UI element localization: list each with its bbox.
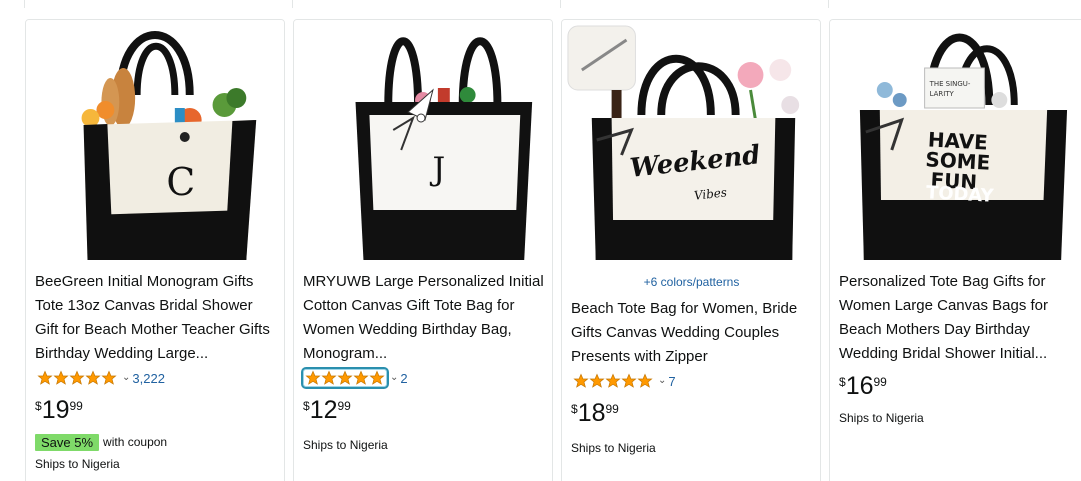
price-whole: 16 xyxy=(845,372,874,400)
star-icon xyxy=(589,373,605,388)
product-title[interactable]: BeeGreen Initial Monogram Gifts Tote 13o… xyxy=(35,270,276,366)
rating-row: ⌄ 7 xyxy=(571,370,812,392)
price-fraction: 99 xyxy=(605,402,619,416)
star-icon xyxy=(605,373,621,388)
product-image[interactable]: J xyxy=(294,20,552,262)
star-icon xyxy=(85,370,101,385)
chevron-down-icon[interactable]: ⌄ xyxy=(658,376,666,386)
book-title-line-2: LARITY xyxy=(930,90,955,98)
price[interactable]: $ 12 99 xyxy=(303,396,544,426)
chevron-down-icon[interactable]: ⌄ xyxy=(122,373,130,383)
star-icon xyxy=(69,370,85,385)
monogram-letter: C xyxy=(166,160,195,204)
bag-print-line-4: TODAY xyxy=(926,182,995,207)
price[interactable]: $ 18 99 xyxy=(571,399,812,429)
shipping-info: Ships to Nigeria xyxy=(571,441,656,455)
price-whole: 18 xyxy=(577,399,606,427)
product-card[interactable]: C BeeGreen Initial Monogram Gifts Tote 1… xyxy=(25,19,285,481)
product-grid: C BeeGreen Initial Monogram Gifts Tote 1… xyxy=(24,19,1081,481)
star-icon xyxy=(53,370,69,385)
star-icon xyxy=(637,373,653,388)
star-icon xyxy=(337,370,353,385)
price-symbol: $ xyxy=(839,375,846,389)
color-options-link[interactable]: +6 colors/patterns xyxy=(571,275,812,289)
shipping-info: Ships to Nigeria xyxy=(35,457,120,471)
product-card[interactable]: Weekend Vibes +6 colors/patterns Beach T… xyxy=(561,19,821,481)
star-icon xyxy=(353,370,369,385)
shipping-info: Ships to Nigeria xyxy=(303,438,388,452)
price-whole: 12 xyxy=(309,396,338,424)
star-icon xyxy=(101,370,117,385)
star-icon xyxy=(573,373,589,388)
rating-count[interactable]: 2 xyxy=(400,371,407,386)
price[interactable]: $ 16 99 xyxy=(839,372,1073,402)
rating-count[interactable]: 7 xyxy=(668,374,675,389)
price[interactable]: $ 19 99 xyxy=(35,396,276,426)
star-icon xyxy=(621,373,637,388)
coupon-text: with coupon xyxy=(103,435,168,449)
product-card[interactable]: J MRYUWB Large Personalized Initial Cott… xyxy=(293,19,553,481)
price-fraction: 99 xyxy=(69,399,83,413)
product-card[interactable]: THE SINGU- LARITY HAVE SOME FUN TODAY Pe… xyxy=(829,19,1081,481)
shipping-info: Ships to Nigeria xyxy=(839,411,924,425)
price-fraction: 99 xyxy=(873,375,887,389)
chevron-down-icon[interactable]: ⌄ xyxy=(390,373,398,383)
star-rating[interactable] xyxy=(301,367,389,389)
previous-row-divider xyxy=(24,0,1064,10)
coupon-badge: Save 5% xyxy=(35,433,100,451)
star-icon xyxy=(321,370,337,385)
star-icon xyxy=(305,370,321,385)
rating-count[interactable]: 3,222 xyxy=(132,371,165,386)
coupon: Save 5% with coupon xyxy=(35,432,276,452)
product-title[interactable]: Beach Tote Bag for Women, Bride Gifts Ca… xyxy=(571,297,812,369)
rating-row: ⌄ 2 xyxy=(301,367,544,389)
price-symbol: $ xyxy=(35,399,42,413)
price-fraction: 99 xyxy=(337,399,351,413)
product-image[interactable]: THE SINGU- LARITY HAVE SOME FUN TODAY xyxy=(830,20,1081,262)
product-title[interactable]: MRYUWB Large Personalized Initial Cotton… xyxy=(303,270,544,366)
product-image[interactable]: C xyxy=(26,20,284,262)
star-icon xyxy=(37,370,53,385)
star-icon xyxy=(369,370,385,385)
book-title-line-1: THE SINGU- xyxy=(929,80,971,88)
rating-row: ⌄ 3,222 xyxy=(35,367,276,389)
star-rating[interactable] xyxy=(571,372,655,390)
product-title[interactable]: Personalized Tote Bag Gifts for Women La… xyxy=(839,270,1073,366)
star-rating[interactable] xyxy=(35,369,119,387)
monogram-letter: J xyxy=(430,150,446,188)
price-whole: 19 xyxy=(41,396,70,424)
product-image[interactable]: Weekend Vibes xyxy=(562,20,820,262)
price-symbol: $ xyxy=(571,402,578,416)
price-symbol: $ xyxy=(303,399,310,413)
